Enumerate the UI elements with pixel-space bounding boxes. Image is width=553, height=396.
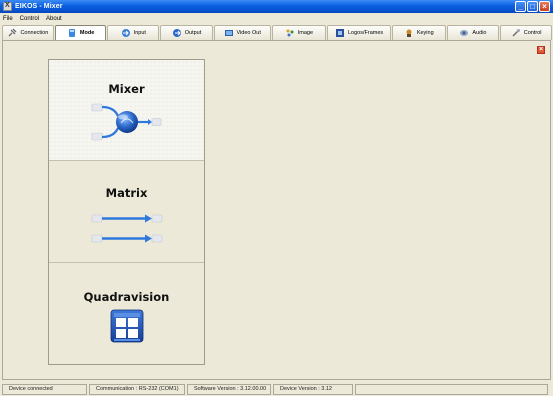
app-icon	[3, 2, 12, 11]
keying-icon	[406, 29, 412, 37]
status-communication: Communication : RS-232 (COM1)	[89, 383, 185, 395]
menu-control[interactable]: Control	[20, 16, 39, 22]
tab-label: Control	[523, 30, 542, 36]
mode-card-mixer[interactable]: Mixer	[49, 60, 204, 161]
status-device-version: Device Version : 3.12	[273, 383, 353, 395]
tab-bar: Connection Mode Input Output Video Out I…	[2, 25, 553, 40]
control-icon	[512, 29, 520, 37]
output-icon	[172, 29, 181, 37]
menu-bar: File Control About	[0, 13, 553, 24]
window-controls: _ □ ×	[515, 1, 550, 12]
status-bar: Device connected Communication : RS-232 …	[0, 382, 553, 396]
mode-card-matrix[interactable]: Matrix	[49, 161, 204, 263]
plug-icon	[8, 28, 17, 37]
input-icon	[121, 29, 130, 37]
tab-audio[interactable]: Audio	[446, 25, 500, 40]
matrix-icon	[91, 214, 163, 243]
status-empty	[355, 383, 548, 395]
tab-label: Output	[184, 30, 202, 36]
mixer-icon	[91, 103, 162, 141]
tab-video-out[interactable]: Video Out	[213, 25, 271, 40]
mode-icon	[68, 29, 75, 37]
title-bar: EIKOS - Mixer _ □ ×	[0, 0, 553, 13]
tab-control[interactable]: Control	[500, 25, 553, 40]
minimize-button[interactable]: _	[515, 1, 526, 12]
video-out-icon	[224, 30, 233, 36]
close-window-button[interactable]: ×	[539, 1, 550, 12]
mode-panel: Mixer Matrix Quadravision	[48, 59, 205, 365]
tab-label: Connection	[20, 30, 49, 36]
tab-keying[interactable]: Keying	[391, 25, 446, 40]
tab-label: Input	[133, 30, 146, 36]
mode-card-quadravision[interactable]: Quadravision	[49, 263, 204, 364]
window-title: EIKOS - Mixer	[15, 3, 63, 10]
status-software-version: Software Version : 3.12.00.00	[187, 383, 271, 395]
status-device: Device connected	[2, 383, 87, 395]
tab-connection[interactable]: Connection	[2, 25, 54, 40]
logos-frames-icon	[335, 29, 344, 37]
menu-about[interactable]: About	[46, 16, 62, 22]
tab-label: Audio	[472, 30, 487, 36]
tab-label: Video Out	[236, 30, 261, 36]
tab-label: Logos/Frames	[347, 30, 384, 36]
audio-icon	[460, 30, 469, 36]
tab-label: Keying	[416, 30, 434, 36]
tab-label: Mode	[79, 30, 95, 36]
close-panel-button[interactable]: ×	[537, 46, 545, 54]
tab-mode[interactable]: Mode	[54, 25, 107, 40]
image-icon	[286, 29, 294, 37]
tab-image[interactable]: Image	[271, 25, 327, 40]
tab-input[interactable]: Input	[107, 25, 160, 40]
tab-label: Image	[297, 30, 314, 36]
maximize-button[interactable]: □	[527, 1, 538, 12]
menu-file[interactable]: File	[3, 16, 13, 22]
tab-logos-frames[interactable]: Logos/Frames	[327, 25, 391, 40]
tab-output[interactable]: Output	[160, 25, 213, 40]
quadravision-icon	[110, 309, 144, 343]
